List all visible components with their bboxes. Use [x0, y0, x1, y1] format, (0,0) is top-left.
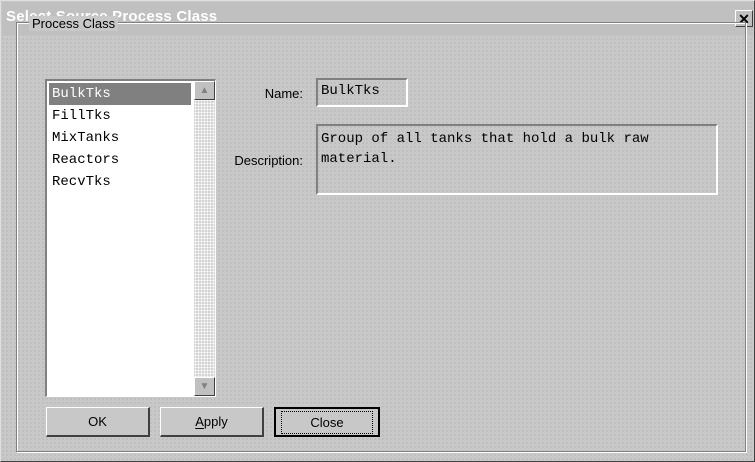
group-label: Process Class [29, 16, 119, 31]
close-button-label: Close [281, 410, 373, 434]
name-field[interactable]: BulkTks [316, 78, 408, 107]
vertical-scrollbar[interactable]: ▲ ▼ [194, 81, 215, 396]
list-item[interactable]: MixTanks [49, 127, 191, 149]
description-label: Description: [234, 153, 303, 168]
process-class-listbox[interactable]: BulkTks FillTks MixTanks Reactors RecvTk… [45, 79, 216, 397]
list-item[interactable]: Reactors [49, 149, 191, 171]
list-item[interactable]: BulkTks [49, 83, 191, 105]
list-item[interactable]: RecvTks [49, 171, 191, 193]
apply-button-label: Apply [195, 414, 228, 429]
ok-button[interactable]: OK [46, 407, 150, 437]
scroll-up-icon[interactable]: ▲ [194, 81, 215, 100]
description-field[interactable]: Group of all tanks that hold a bulk raw … [316, 124, 718, 195]
list-items: BulkTks FillTks MixTanks Reactors RecvTk… [49, 83, 191, 193]
list-item[interactable]: FillTks [49, 105, 191, 127]
ok-button-label: OK [88, 414, 107, 429]
scroll-down-icon[interactable]: ▼ [194, 377, 215, 396]
close-button[interactable]: Close [274, 407, 380, 437]
apply-button[interactable]: Apply [160, 407, 264, 437]
name-label: Name: [264, 86, 303, 101]
